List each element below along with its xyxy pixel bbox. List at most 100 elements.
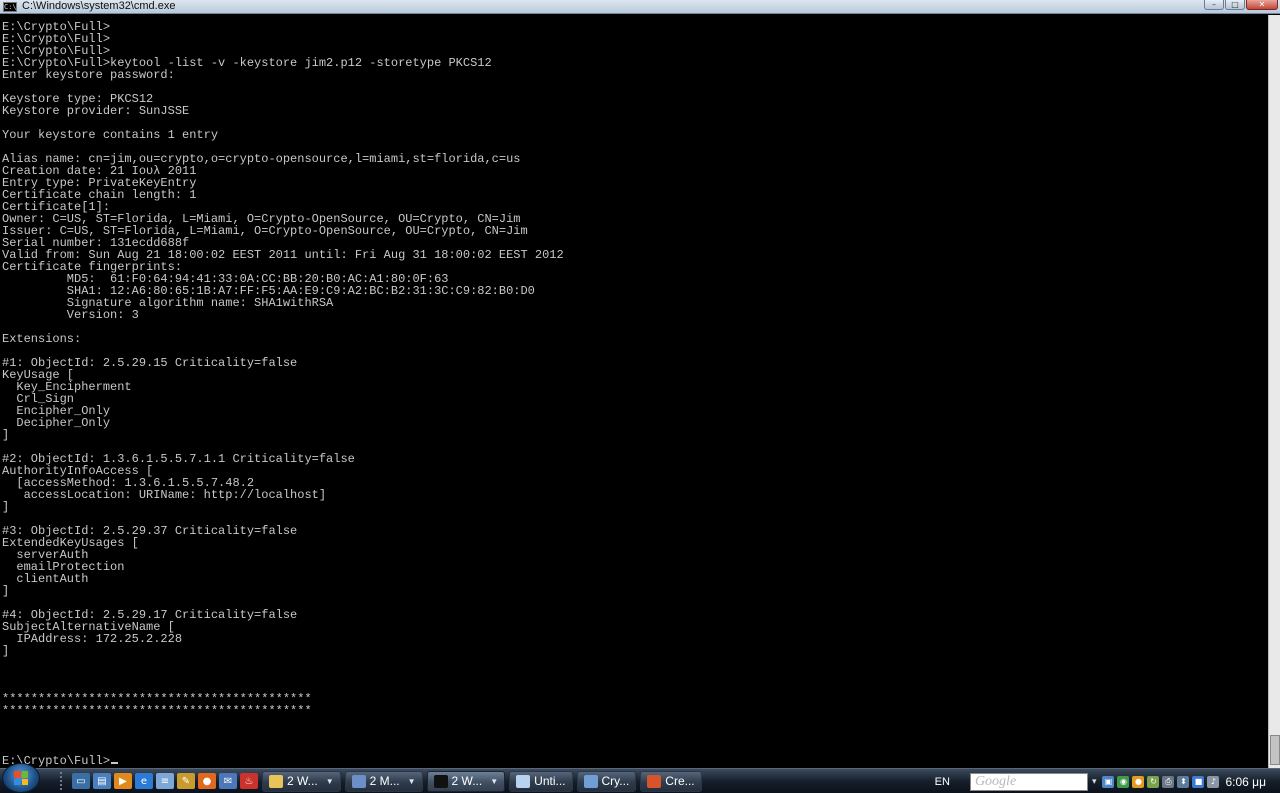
windows-logo-icon xyxy=(14,771,28,785)
console-line: Keystore provider: SunJSSE xyxy=(2,104,190,118)
tray-icons: ▣ ◉ ● ↻ ⎙ ⬍ ■ ♪ xyxy=(1102,775,1220,788)
cmd-icon: C:\ xyxy=(3,1,17,12)
console-line: ****************************************… xyxy=(2,692,312,706)
console-line: Key_Encipherment xyxy=(2,380,132,394)
volume-icon[interactable]: ♪ xyxy=(1207,775,1220,788)
console-line: Valid from: Sun Aug 21 18:00:02 EEST 201… xyxy=(2,248,564,262)
console-line: E:\Crypto\Full> xyxy=(2,32,111,46)
group-arrow-icon: ▼ xyxy=(325,776,334,786)
taskbar-button[interactable]: Unti... xyxy=(509,770,573,792)
taskbar-button[interactable]: Cre... xyxy=(640,770,702,792)
minimize-button[interactable]: – xyxy=(1204,0,1224,10)
antivirus-icon[interactable]: ◉ xyxy=(1117,775,1130,788)
text-cursor xyxy=(111,762,119,764)
sync-icon[interactable]: ↻ xyxy=(1147,775,1160,788)
group-arrow-icon: ▼ xyxy=(490,776,499,786)
console-line: Your keystore contains 1 entry xyxy=(2,128,219,142)
window-controls: – □ ✕ xyxy=(1204,0,1278,10)
search-dropdown-icon[interactable]: ▾ xyxy=(1092,777,1097,787)
notepad-icon[interactable]: ≡ xyxy=(156,773,174,789)
console-line: IPAddress: 172.25.2.228 xyxy=(2,632,183,646)
taskbar-button[interactable]: 2 W... ▼ xyxy=(426,770,506,792)
java-icon[interactable]: ♨ xyxy=(240,773,258,789)
maximize-button[interactable]: □ xyxy=(1225,0,1245,10)
switch-windows-icon[interactable]: ▤ xyxy=(93,773,111,789)
console-scrollbar[interactable] xyxy=(1268,15,1280,768)
google-search-input[interactable]: Google xyxy=(969,772,1088,791)
toolbar-grip[interactable] xyxy=(60,772,66,790)
console-line: MD5: 61:F0:64:94:41:33:0A:CC:BB:20:B0:AC… xyxy=(2,272,449,286)
console-line: Extensions: xyxy=(2,332,82,346)
console-line: Encipher_Only xyxy=(2,404,111,418)
console-line: ****************************************… xyxy=(2,704,312,718)
close-button[interactable]: ✕ xyxy=(1246,0,1278,10)
outlook-icon[interactable]: ✉ xyxy=(219,773,237,789)
cmd-icon xyxy=(433,774,448,788)
notification-area: EN Google ▾ ▣ ◉ ● ↻ ⎙ ⬍ ■ ♪ 6:06 μμ xyxy=(935,769,1280,793)
task-buttons: 2 W... ▼ 2 M... ▼ 2 W... ▼ Unti... Cry... Cre... xyxy=(258,770,702,792)
clock[interactable]: 6:06 μμ xyxy=(1225,775,1266,789)
taskbar-button-label: 2 W... xyxy=(287,774,318,788)
taskbar-button[interactable]: 2 W... ▼ xyxy=(262,770,341,792)
console-line: ] xyxy=(2,644,10,658)
taskbar: ▭ ▤ ▶ e ≡ ✎ ● ✉ ♨ 2 W... ▼ 2 M... ▼ 2 W... ▼ Unti... Cr… xyxy=(0,763,1280,793)
console-line: E:\Crypto\Full> xyxy=(2,44,111,58)
console-line: Crl_Sign xyxy=(2,392,75,406)
start-button[interactable] xyxy=(2,763,40,793)
console-line: Alias name: cn=jim,ou=crypto,o=crypto-op… xyxy=(2,152,521,166)
printer-icon[interactable]: ⎙ xyxy=(1162,775,1175,788)
console-line: #2: ObjectId: 1.3.6.1.5.5.7.1.1 Critical… xyxy=(2,452,355,466)
console-line: ] xyxy=(2,428,10,442)
console-line: #1: ObjectId: 2.5.29.15 Criticality=fals… xyxy=(2,356,298,370)
media-player-icon[interactable]: ▶ xyxy=(114,773,132,789)
console-line: #4: ObjectId: 2.5.29.17 Criticality=fals… xyxy=(2,608,298,622)
console-line: Keystore type: PKCS12 xyxy=(2,92,154,106)
taskbar-button-label: Cry... xyxy=(601,774,630,788)
console-line: emailProtection xyxy=(2,560,125,574)
console-line: #3: ObjectId: 2.5.29.37 Criticality=fals… xyxy=(2,524,298,538)
window-titlebar[interactable]: C:\ C:\Windows\system32\cmd.exe – □ ✕ xyxy=(0,0,1280,14)
firefox-icon[interactable]: ● xyxy=(198,773,216,789)
taskbar-button[interactable]: 2 M... ▼ xyxy=(344,770,423,792)
console-line: Entry type: PrivateKeyEntry xyxy=(2,176,197,190)
taskbar-button[interactable]: Cry... xyxy=(576,770,637,792)
safely-remove-icon[interactable]: ⬍ xyxy=(1177,775,1190,788)
quick-launch: ▭ ▤ ▶ e ≡ ✎ ● ✉ ♨ xyxy=(72,773,258,789)
show-desktop-icon[interactable]: ▭ xyxy=(72,773,90,789)
internet-explorer-icon[interactable]: e xyxy=(135,773,153,789)
update-icon[interactable]: ● xyxy=(1132,775,1145,788)
console-line: serverAuth xyxy=(2,548,89,562)
console-line: E:\Crypto\Full> xyxy=(2,20,111,34)
editor-icon xyxy=(351,774,366,788)
taskbar-button-label: Unti... xyxy=(534,774,566,788)
console-line: Signature algorithm name: SHA1withRSA xyxy=(2,296,334,310)
console-line: Decipher_Only xyxy=(2,416,111,430)
console-line: accessLocation: URIName: http://localhos… xyxy=(2,488,327,502)
console-line: Certificate chain length: 1 xyxy=(2,188,197,202)
console-line: clientAuth xyxy=(2,572,89,586)
window-title: C:\Windows\system32\cmd.exe xyxy=(22,0,176,12)
taskbar-button-label: Cre... xyxy=(665,774,695,788)
console-line: Owner: C=US, ST=Florida, L=Miami, O=Cryp… xyxy=(2,212,521,226)
console-output[interactable]: E:\Crypto\Full> E:\Crypto\Full> E:\Crypto\… xyxy=(2,20,1268,768)
network-icon[interactable]: ▣ xyxy=(1102,775,1115,788)
group-arrow-icon: ▼ xyxy=(407,776,416,786)
notepad-icon xyxy=(516,774,531,788)
folder-icon xyxy=(269,774,283,788)
display-icon[interactable]: ■ xyxy=(1192,775,1205,788)
language-indicator[interactable]: EN xyxy=(935,776,950,788)
console-line: ] xyxy=(2,584,10,598)
scrollbar-thumb[interactable] xyxy=(1270,735,1280,765)
keychain-icon xyxy=(583,774,598,788)
console-line: [accessMethod: 1.3.6.1.5.5.7.48.2 xyxy=(2,476,255,490)
paint-icon[interactable]: ✎ xyxy=(177,773,195,789)
